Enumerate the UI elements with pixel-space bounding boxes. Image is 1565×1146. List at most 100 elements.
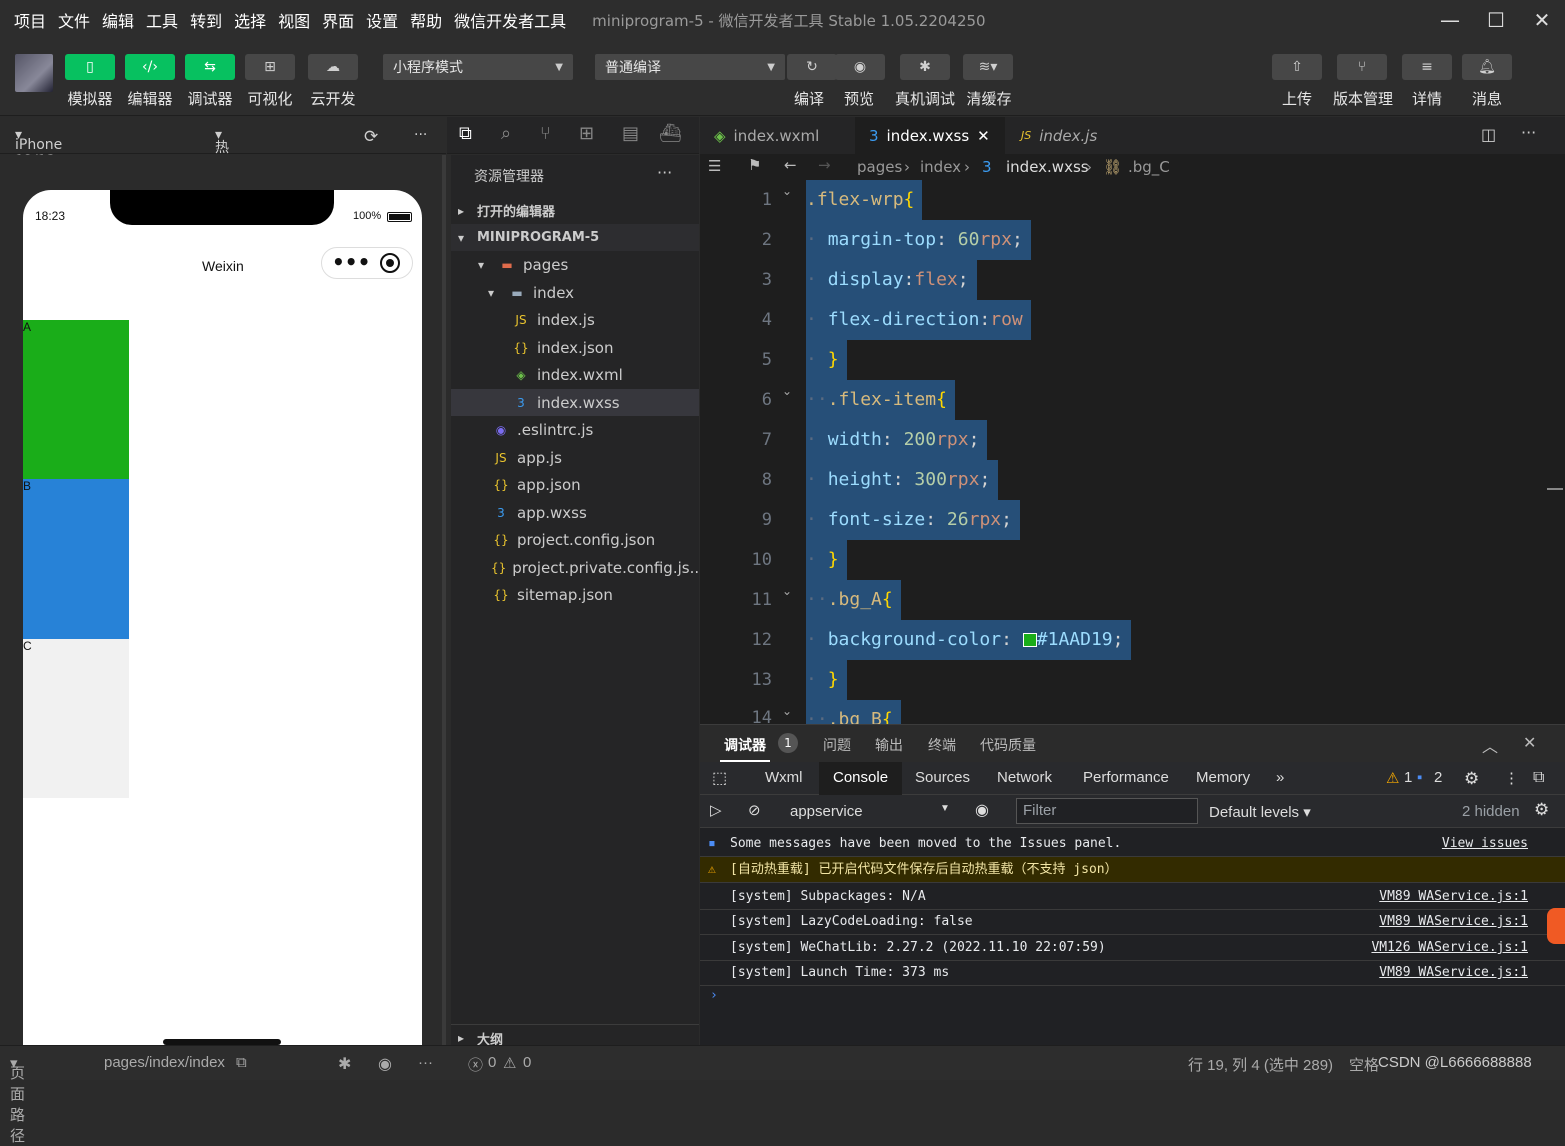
compile-button[interactable]: ↻	[787, 54, 837, 80]
source-control-icon[interactable]: ⑂	[540, 123, 551, 144]
close-icon[interactable]: ✕	[977, 127, 990, 145]
open-editors-section[interactable]: ▸ 打开的编辑器	[451, 197, 699, 224]
remote-debug-button[interactable]: ✱	[900, 54, 950, 80]
device-select[interactable]: iPhone 12/13 mini 85% 16 ▾	[15, 127, 62, 217]
page-path-select[interactable]: 页面路径 ▾	[10, 1054, 25, 1145]
storage-icon[interactable]: ▤	[622, 123, 639, 144]
preview-button[interactable]: ◉	[835, 54, 885, 80]
tree-item-selected[interactable]: 3 index.wxss	[451, 389, 699, 416]
warning-count[interactable]: 1	[1404, 769, 1412, 786]
menu-goto[interactable]: 转到	[190, 8, 222, 32]
simulator-button[interactable]: ▯	[65, 54, 115, 80]
undock-icon[interactable]: ⧉	[1533, 769, 1544, 787]
tree-item[interactable]: JS index.js	[451, 306, 699, 333]
menu-tools[interactable]: 工具	[146, 8, 178, 32]
more-icon[interactable]: ···	[1521, 123, 1536, 142]
tab-terminal[interactable]: 终端	[928, 735, 956, 755]
bug-icon[interactable]: ✱	[338, 1054, 351, 1074]
source-link[interactable]: VM89 WAService.js:1	[1379, 884, 1528, 910]
tab-code-quality[interactable]: 代码质量	[980, 735, 1036, 755]
project-section[interactable]: ▾ MINIPROGRAM-5	[451, 224, 699, 251]
source-link[interactable]: VM89 WAService.js:1	[1379, 909, 1528, 935]
breadcrumb-item[interactable]: .bg_C	[1128, 158, 1170, 176]
more-tabs-icon[interactable]: »	[1276, 769, 1284, 786]
tab-network[interactable]: Network	[997, 769, 1052, 786]
minimize-icon[interactable]: —	[1427, 0, 1473, 40]
color-swatch[interactable]	[1022, 633, 1037, 647]
hot-reload-toggle[interactable]: 热重载 开 ▾	[215, 127, 229, 216]
simulator-scrollbar[interactable]	[442, 155, 446, 1045]
tab-performance[interactable]: Performance	[1083, 769, 1169, 786]
upload-button[interactable]: ⇧	[1272, 54, 1322, 80]
tab-index-js[interactable]: JS index.js	[1007, 117, 1155, 154]
menu-help[interactable]: 帮助	[410, 8, 442, 32]
breadcrumb-item[interactable]: pages	[857, 158, 902, 176]
more-icon[interactable]: ···	[657, 163, 672, 182]
console-prompt-icon[interactable]: ›	[710, 988, 718, 1003]
sogou-ime-icon[interactable]	[1547, 908, 1565, 944]
fold-chevron-icon[interactable]: ⌄	[782, 184, 792, 198]
back-icon[interactable]: ←	[784, 156, 797, 174]
info-count[interactable]: 2	[1434, 769, 1442, 786]
more-dots-icon[interactable]: •••	[332, 250, 370, 274]
files-icon[interactable]: ⧉	[459, 123, 472, 144]
settings-icon[interactable]: ⚙	[1464, 769, 1479, 789]
tab-sources[interactable]: Sources	[915, 769, 970, 786]
more-icon[interactable]: ···	[418, 1054, 433, 1071]
tree-item[interactable]: {} project.config.json	[451, 526, 699, 553]
close-icon[interactable]: ✕	[1523, 733, 1536, 752]
tab-memory[interactable]: Memory	[1196, 769, 1250, 786]
menu-interface[interactable]: 界面	[322, 8, 354, 32]
source-link[interactable]: VM126 WAService.js:1	[1371, 935, 1528, 961]
tab-debugger[interactable]: 调试器	[724, 735, 766, 755]
tab-index-wxml[interactable]: ◈ index.wxml	[700, 117, 853, 154]
context-select[interactable]: appservice	[790, 803, 863, 820]
messages-button[interactable]: 🔔︎	[1462, 54, 1512, 80]
fold-chevron-icon[interactable]: ⌄	[782, 384, 792, 398]
inspect-icon[interactable]: ⬚	[712, 768, 727, 788]
details-button[interactable]: ≡	[1402, 54, 1452, 80]
sidebar-toggle-icon[interactable]: ▷	[710, 801, 722, 819]
settings-icon[interactable]: ⚙	[1534, 800, 1549, 820]
eye-icon[interactable]: ◉	[975, 800, 989, 820]
editor-button[interactable]: ‹/›	[125, 54, 175, 80]
split-editor-icon[interactable]: ◫	[1481, 125, 1496, 144]
tree-item[interactable]: ◉ .eslintrc.js	[451, 416, 699, 443]
avatar[interactable]	[15, 54, 53, 92]
close-circle-icon[interactable]	[380, 253, 400, 273]
debugger-button[interactable]: ⇆	[185, 54, 235, 80]
menu-devtools[interactable]: 微信开发者工具	[454, 8, 566, 32]
close-icon[interactable]: ✕	[1519, 0, 1565, 40]
version-button[interactable]: ⑂	[1337, 54, 1387, 80]
error-count[interactable]: 0	[488, 1054, 496, 1071]
tree-item[interactable]: {} sitemap.json	[451, 581, 699, 608]
tree-item[interactable]: ▾ ▬ pages	[451, 251, 699, 278]
mode-select[interactable]: 小程序模式 ▼	[383, 54, 573, 80]
bookmark-icon[interactable]: ⚑	[748, 156, 761, 174]
kebab-icon[interactable]: ⋮	[1504, 769, 1519, 787]
cursor-position[interactable]: 行 19, 列 4 (选中 289)	[1188, 1054, 1333, 1075]
copy-icon[interactable]: ⧉	[236, 1054, 247, 1071]
cloud-button[interactable]: ☁	[308, 54, 358, 80]
tree-item[interactable]: {} index.json	[451, 334, 699, 361]
compile-select[interactable]: 普通编译 ▼	[595, 54, 785, 80]
menu-project[interactable]: 项目	[14, 8, 46, 32]
more-icon[interactable]: ···	[414, 127, 427, 143]
tab-output[interactable]: 输出	[875, 735, 903, 755]
breadcrumb-item[interactable]: index.wxss	[1006, 158, 1089, 176]
docker-icon[interactable]: ⛴	[659, 123, 682, 144]
menu-select[interactable]: 选择	[234, 8, 266, 32]
tree-item[interactable]: {} app.json	[451, 471, 699, 498]
tree-item[interactable]: ▾ ▬ index	[451, 279, 699, 306]
filter-input[interactable]: Filter	[1016, 798, 1198, 824]
chevron-up-icon[interactable]: ︿	[1482, 733, 1498, 757]
source-link[interactable]: VM89 WAService.js:1	[1379, 960, 1528, 986]
fold-chevron-icon[interactable]: ⌄	[782, 584, 792, 598]
warning-count[interactable]: 0	[523, 1054, 531, 1071]
fold-chevron-icon[interactable]: ⌄	[782, 704, 792, 718]
capsule-button[interactable]: •••	[321, 247, 413, 279]
tree-item[interactable]: ◈ index.wxml	[451, 361, 699, 388]
search-icon[interactable]: ⌕	[501, 123, 511, 144]
clear-console-icon[interactable]: ⊘	[748, 801, 761, 819]
tree-item[interactable]: JS app.js	[451, 444, 699, 471]
